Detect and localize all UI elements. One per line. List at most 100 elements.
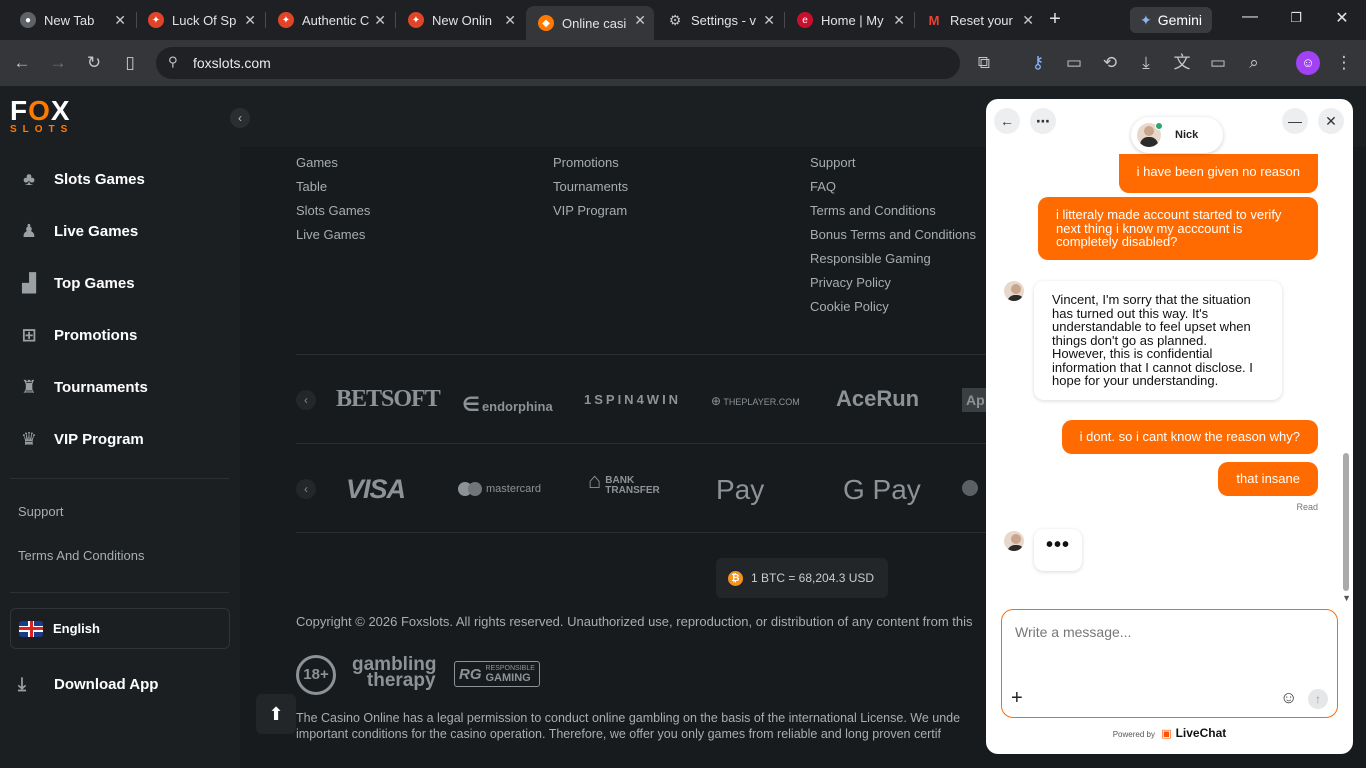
profile-avatar-icon[interactable]: ☺ [1296,51,1320,75]
sidebar-collapse-button[interactable]: ‹ [230,108,250,128]
close-icon[interactable]: ✕ [504,12,516,29]
back-icon[interactable]: ← [10,51,34,75]
footer-link-promotions[interactable]: Promotions [553,155,619,170]
arrow-left-icon: ← [1000,113,1014,129]
payment-logo-mastercard: mastercard [458,482,541,496]
forward-icon[interactable]: → [46,51,70,75]
payment-card-icon[interactable]: ▭ [1062,51,1086,75]
copyright-text: Copyright © 2026 Foxslots. All rights re… [296,614,973,629]
chevron-left-icon: ‹ [304,482,308,496]
tab-reset-your[interactable]: M Reset your ✕ [914,6,1042,34]
responsible-gaming-logo[interactable]: RG RESPONSIBLE GAMING [454,661,540,687]
slot-machine-icon: ♣ [23,169,35,189]
tab-new-tab[interactable]: ● New Tab ✕ [8,6,134,34]
site-info-icon[interactable]: ⚲ [168,54,178,70]
payments-prev-button[interactable]: ‹ [296,479,316,499]
sidebar-item-vip-program[interactable]: ♛ VIP Program [18,428,144,450]
new-tab-button[interactable]: + [1044,9,1066,31]
tab-authentic[interactable]: ✦ Authentic C ✕ [266,6,394,34]
close-icon[interactable]: ✕ [244,12,256,29]
translate-icon[interactable]: 文 [1170,51,1194,75]
footer-link-support[interactable]: Support [810,155,856,170]
address-bar[interactable]: ⚲ foxslots.com [156,47,960,79]
footer-link-live-games[interactable]: Live Games [296,227,365,242]
chat-message-user: i have been given no reason [1118,154,1318,193]
footer-link-bonus-terms[interactable]: Bonus Terms and Conditions [810,227,976,242]
close-icon[interactable]: ✕ [1022,12,1034,29]
chat-close-button[interactable]: ✕ [1318,108,1344,134]
footer-link-games[interactable]: Games [296,155,338,170]
typing-indicator: ••• [1034,529,1082,571]
foxslots-logo[interactable]: FOX SLOTS [10,97,73,136]
download-app-button[interactable]: ⤓ Download App [18,674,158,695]
sidebar-item-top-games[interactable]: ▟ Top Games [18,272,135,294]
tab-new-online[interactable]: ✦ New Onlin ✕ [396,6,524,34]
payment-logo-visa: VISA [346,474,406,504]
bitcoin-icon: ₿ [728,570,743,586]
close-icon[interactable]: ✕ [634,12,646,29]
powered-by-livechat[interactable]: Powered by ▣ LiveChat [986,726,1353,740]
send-icon[interactable]: ↑ [1308,689,1328,709]
close-icon[interactable]: ✕ [763,12,775,29]
sidebar-item-tournaments[interactable]: ♜ Tournaments [18,376,148,398]
language-selector[interactable]: English [10,608,230,649]
password-key-icon[interactable]: ⚷ [1026,51,1050,75]
dealer-icon: ♟ [20,221,38,241]
footer-link-terms[interactable]: Terms and Conditions [810,203,936,218]
cast-icon[interactable]: ▭ [1206,51,1230,75]
close-icon[interactable]: ✕ [114,12,126,29]
gemini-button[interactable]: ✦ Gemini [1130,7,1212,33]
provider-logo-1spin4win: 1SPIN4WIN [584,392,682,407]
provider-logo-betsoft: BETSOFT [336,386,441,412]
footer-link-cookie-policy[interactable]: Cookie Policy [810,299,889,314]
trophy-icon: ♜ [20,377,38,397]
close-icon[interactable]: ✕ [893,12,905,29]
sidebar-item-promotions[interactable]: ⊞ Promotions [18,324,137,346]
gambling-therapy-logo[interactable]: gambling therapy [352,655,436,690]
footer-link-privacy-policy[interactable]: Privacy Policy [810,275,891,290]
reload-icon[interactable]: ↻ [82,51,106,75]
payment-logo-apple-pay: Pay [716,474,765,505]
gear-icon: ⚙ [668,11,682,28]
extensions-icon[interactable]: ⧉ [972,51,996,75]
menu-kebab-icon[interactable]: ⋮ [1332,51,1356,75]
footer-link-table[interactable]: Table [296,179,327,194]
footer-link-faq[interactable]: FAQ [810,179,836,194]
reading-mode-icon[interactable]: ⌕ [1242,51,1266,75]
chat-back-button[interactable]: ← [994,108,1020,134]
sidebar-link-terms[interactable]: Terms And Conditions [18,548,144,563]
footer-link-tournaments[interactable]: Tournaments [553,179,628,194]
emoji-icon[interactable]: ☺ [1280,689,1297,707]
split-view-icon[interactable]: ▯ [118,51,142,75]
scroll-down-icon[interactable]: ▼ [1342,593,1351,603]
foxslots-icon: ◆ [538,15,554,31]
chat-menu-button[interactable]: ⋯ [1030,108,1056,134]
close-icon[interactable]: ✕ [374,12,386,29]
tab-online-casino[interactable]: ◆ Online casi ✕ [526,6,654,40]
read-receipt: Read [1296,502,1318,512]
online-status-dot [1155,122,1163,130]
window-close-icon[interactable]: ✕ [1322,8,1362,28]
provider-logo-endorphina: ∈ endorphina [462,394,553,416]
chevron-left-icon: ‹ [304,393,308,407]
tab-settings[interactable]: ⚙ Settings - v ✕ [655,6,783,34]
uk-flag-icon [19,620,43,637]
download-icon[interactable]: ⤓ [1134,51,1158,75]
footer-link-slots-games[interactable]: Slots Games [296,203,370,218]
tab-home[interactable]: e Home | My ✕ [785,6,913,34]
restore-icon[interactable]: ❐ [1276,10,1316,26]
sidebar-item-slots-games[interactable]: ♣ Slots Games [18,168,145,190]
message-input[interactable] [1015,624,1315,664]
providers-prev-button[interactable]: ‹ [296,390,316,410]
attach-plus-icon[interactable]: + [1011,688,1023,708]
footer-link-responsible-gaming[interactable]: Responsible Gaming [810,251,931,266]
tab-luck-of-sp[interactable]: ✦ Luck Of Sp ✕ [136,6,264,34]
sidebar-link-support[interactable]: Support [18,504,64,519]
minimize-icon[interactable]: — [1230,8,1270,26]
history-icon[interactable]: ⟲ [1098,51,1122,75]
chat-scrollbar[interactable] [1343,453,1349,591]
chat-minimize-button[interactable]: — [1282,108,1308,134]
scroll-to-top-button[interactable]: ⬆ [256,694,296,734]
footer-link-vip-program[interactable]: VIP Program [553,203,627,218]
sidebar-item-live-games[interactable]: ♟ Live Games [18,220,138,242]
